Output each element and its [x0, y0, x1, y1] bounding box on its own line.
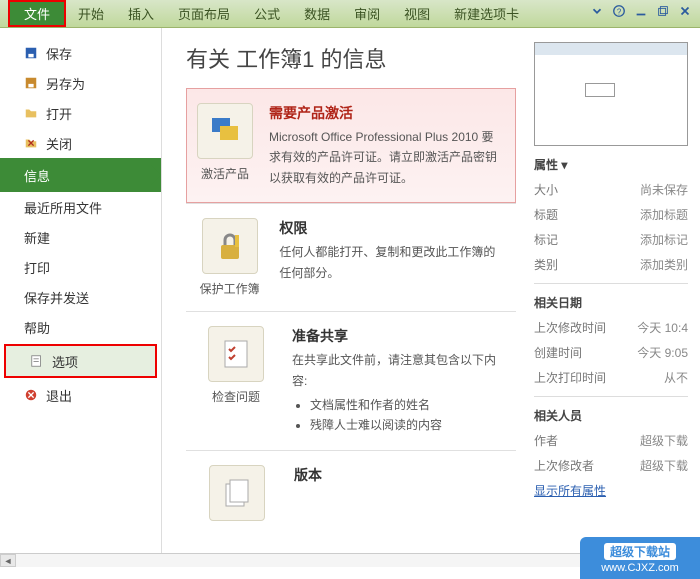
- prop-author[interactable]: 作者超级下载: [534, 428, 688, 453]
- watermark: 超级下载站 www.CJXZ.com: [580, 537, 700, 579]
- page-title: 有关 工作簿1 的信息: [186, 42, 516, 74]
- activation-body: 需要产品激活 Microsoft Office Professional Plu…: [269, 103, 505, 188]
- open-icon: [24, 106, 38, 120]
- tab-view[interactable]: 视图: [392, 0, 442, 27]
- permissions-text: 任何人都能打开、复制和更改此工作簿的任何部分。: [279, 242, 506, 283]
- sidebar-exit[interactable]: 退出: [0, 380, 161, 410]
- card-permissions: 保护工作簿 权限 任何人都能打开、复制和更改此工作簿的任何部分。: [186, 203, 516, 311]
- tab-custom[interactable]: 新建选项卡: [442, 0, 531, 27]
- save-as-icon: [24, 76, 38, 90]
- permissions-heading: 权限: [279, 218, 506, 238]
- sidebar-recent[interactable]: 最近所用文件: [0, 192, 161, 222]
- watermark-url: www.CJXZ.com: [601, 562, 679, 574]
- people-heading: 相关人员: [534, 407, 688, 424]
- sidebar-label: 另存为: [46, 74, 85, 93]
- tab-page-layout[interactable]: 页面布局: [166, 0, 242, 27]
- card-inspect: 检查问题 准备共享 在共享此文件前，请注意其包含以下内容: 文档属性和作者的姓名…: [186, 311, 516, 450]
- prop-printed: 上次打印时间从不: [534, 365, 688, 390]
- sidebar-save[interactable]: 保存: [0, 38, 161, 68]
- inspect-text: 在共享此文件前，请注意其包含以下内容:: [292, 350, 506, 391]
- tab-review[interactable]: 审阅: [342, 0, 392, 27]
- activation-heading: 需要产品激活: [269, 103, 505, 123]
- sidebar-label: 保存: [46, 44, 72, 63]
- protect-label: 保护工作簿: [196, 280, 263, 297]
- ribbon-collapse-icon[interactable]: [590, 4, 604, 18]
- sidebar-label: 关闭: [46, 134, 72, 153]
- dates-heading: 相关日期: [534, 294, 688, 311]
- versions-heading: 版本: [294, 465, 322, 485]
- watermark-title: 超级下载站: [604, 543, 676, 560]
- sidebar-label: 退出: [46, 386, 72, 405]
- prop-category[interactable]: 类别添加类别: [534, 252, 688, 277]
- sidebar-label: 新建: [24, 228, 50, 247]
- versions-body: 版本: [294, 465, 322, 527]
- prop-title[interactable]: 标题添加标题: [534, 202, 688, 227]
- close-window-icon[interactable]: [678, 4, 692, 18]
- card-activation: 激活产品 需要产品激活 Microsoft Office Professiona…: [186, 88, 516, 203]
- tab-data[interactable]: 数据: [292, 0, 342, 27]
- ribbon-right-controls: ?: [590, 4, 692, 18]
- sidebar-share[interactable]: 保存并发送: [0, 282, 161, 312]
- sidebar-label: 帮助: [24, 318, 50, 337]
- tab-file[interactable]: 文件: [8, 0, 66, 27]
- prop-tags[interactable]: 标记添加标记: [534, 227, 688, 252]
- scroll-left-icon[interactable]: ◄: [0, 554, 16, 567]
- activation-text: Microsoft Office Professional Plus 2010 …: [269, 127, 505, 188]
- properties-panel: 属性 ▾ 大小尚未保存 标题添加标题 标记添加标记 类别添加类别 相关日期 上次…: [528, 28, 700, 558]
- sidebar-label: 打开: [46, 104, 72, 123]
- card-versions: 版本: [186, 450, 516, 541]
- prop-showall[interactable]: 显示所有属性: [534, 478, 688, 503]
- versions-button[interactable]: [196, 465, 278, 527]
- lock-icon: [202, 218, 258, 274]
- inspect-label: 检查问题: [196, 388, 276, 405]
- sidebar-options[interactable]: 选项: [4, 344, 157, 378]
- document-thumbnail[interactable]: [534, 42, 688, 146]
- sidebar-label: 信息: [24, 166, 50, 185]
- inspect-button[interactable]: 检查问题: [196, 326, 276, 436]
- prop-size: 大小尚未保存: [534, 177, 688, 202]
- inspect-list-item: 文档属性和作者的姓名: [310, 395, 506, 415]
- prop-created: 创建时间今天 9:05: [534, 340, 688, 365]
- sidebar-save-as[interactable]: 另存为: [0, 68, 161, 98]
- sidebar-new[interactable]: 新建: [0, 222, 161, 252]
- svg-text:?: ?: [617, 8, 622, 17]
- sidebar-open[interactable]: 打开: [0, 98, 161, 128]
- prop-modified: 上次修改时间今天 10:4: [534, 315, 688, 340]
- tab-home[interactable]: 开始: [66, 0, 116, 27]
- help-icon[interactable]: ?: [612, 4, 626, 18]
- exit-icon: [24, 388, 38, 402]
- prop-lastmod: 上次修改者超级下载: [534, 453, 688, 478]
- ribbon: 文件 开始 插入 页面布局 公式 数据 审阅 视图 新建选项卡 ?: [0, 0, 700, 28]
- options-icon: [30, 354, 44, 368]
- sidebar-label: 最近所用文件: [24, 198, 102, 217]
- inspect-list-item: 残障人士难以阅读的内容: [310, 415, 506, 435]
- backstage-sidebar: 保存 另存为 打开 关闭 信息 最近所用文件 新建 打印 保存并发送: [0, 28, 162, 558]
- sidebar-label: 保存并发送: [24, 288, 89, 307]
- props-heading[interactable]: 属性 ▾: [534, 156, 688, 173]
- sidebar-print[interactable]: 打印: [0, 252, 161, 282]
- activate-icon: [197, 103, 253, 159]
- activate-label: 激活产品: [197, 165, 253, 182]
- tab-formulas[interactable]: 公式: [242, 0, 292, 27]
- close-icon: [24, 136, 38, 150]
- sidebar-close[interactable]: 关闭: [0, 128, 161, 158]
- protect-button[interactable]: 保护工作簿: [196, 218, 263, 297]
- sidebar-info[interactable]: 信息: [0, 158, 161, 192]
- sidebar-label: 选项: [52, 352, 78, 371]
- save-icon: [24, 46, 38, 60]
- tab-insert[interactable]: 插入: [116, 0, 166, 27]
- minimize-window-icon[interactable]: [634, 4, 648, 18]
- versions-icon: [209, 465, 265, 521]
- inspect-body: 准备共享 在共享此文件前，请注意其包含以下内容: 文档属性和作者的姓名 残障人士…: [292, 326, 506, 436]
- permissions-body: 权限 任何人都能打开、复制和更改此工作簿的任何部分。: [279, 218, 506, 297]
- backstage-main: 有关 工作簿1 的信息 激活产品 需要产品激活 Microsoft Office…: [162, 28, 528, 558]
- checklist-icon: [208, 326, 264, 382]
- activate-button[interactable]: 激活产品: [197, 103, 253, 188]
- restore-window-icon[interactable]: [656, 4, 670, 18]
- sidebar-label: 打印: [24, 258, 50, 277]
- inspect-heading: 准备共享: [292, 326, 506, 346]
- sidebar-help[interactable]: 帮助: [0, 312, 161, 342]
